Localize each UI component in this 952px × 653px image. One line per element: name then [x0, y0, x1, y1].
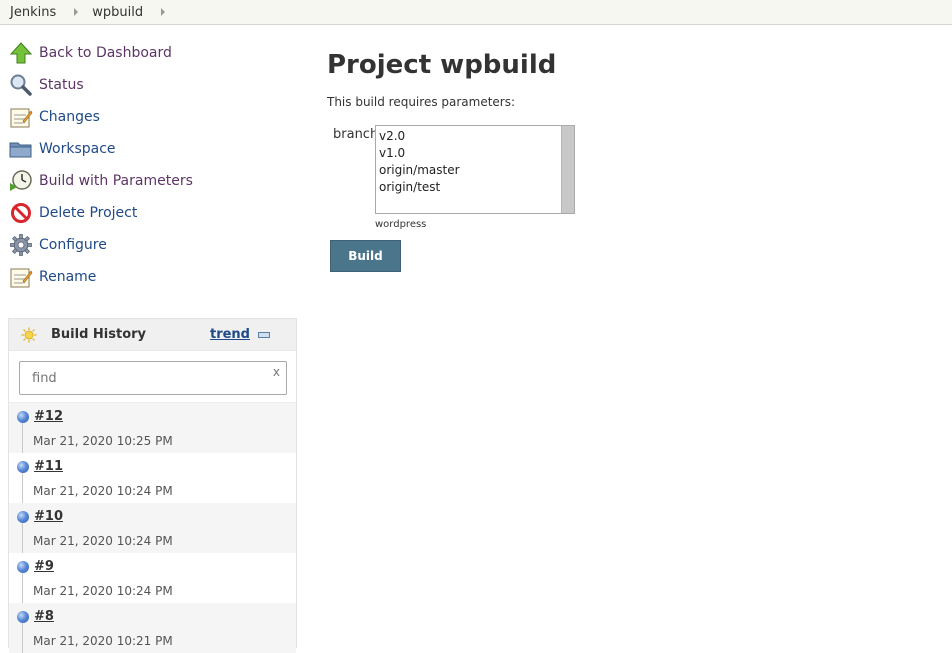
build-date[interactable]: Mar 21, 2020 10:24 PM	[33, 534, 173, 548]
task-workspace[interactable]: Workspace	[9, 133, 299, 165]
magnifier-icon[interactable]	[9, 73, 33, 97]
blue-ball-icon	[17, 461, 29, 473]
build-row: #12 Mar 21, 2020 10:25 PM	[9, 403, 296, 453]
sun-icon	[21, 327, 37, 343]
find-box[interactable]: x	[19, 361, 287, 395]
timeline-line	[22, 573, 23, 603]
branch-option[interactable]: v1.0	[379, 145, 460, 162]
branch-option[interactable]: origin/test	[379, 179, 460, 196]
build-date[interactable]: Mar 21, 2020 10:21 PM	[33, 634, 173, 648]
breadcrumb-item-jenkins[interactable]: Jenkins	[0, 5, 92, 20]
build-row: #8 Mar 21, 2020 10:21 PM	[9, 603, 296, 653]
notepad-icon[interactable]	[9, 105, 33, 129]
task-label[interactable]: Changes	[39, 109, 100, 125]
chevron-right-icon[interactable]	[161, 8, 166, 16]
blue-ball-icon	[17, 511, 29, 523]
build-date[interactable]: Mar 21, 2020 10:24 PM	[33, 584, 173, 598]
build-number-link[interactable]: #9	[34, 559, 54, 574]
build-button[interactable]: Build	[330, 240, 401, 272]
task-back-to-dashboard[interactable]: Back to Dashboard	[9, 37, 299, 69]
task-status[interactable]: Status	[9, 69, 299, 101]
build-history-panel: Build History trend x #12 Mar 21, 2020 1…	[8, 318, 297, 653]
branch-scrollbar[interactable]	[561, 126, 574, 213]
folder-icon[interactable]	[9, 137, 33, 161]
build-number-link[interactable]: #10	[34, 509, 63, 524]
up-arrow-icon[interactable]	[9, 41, 33, 65]
branch-option[interactable]: origin/master	[379, 162, 460, 179]
task-rename[interactable]: Rename	[9, 261, 299, 293]
build-number-link[interactable]: #8	[34, 609, 54, 624]
task-label[interactable]: Build with Parameters	[39, 173, 193, 189]
side-tasks: Back to Dashboard Status Changes Workspa…	[9, 37, 299, 293]
breadcrumb-label[interactable]: wpbuild	[92, 5, 143, 20]
branch-label: branch	[333, 127, 379, 142]
timeline-line	[22, 623, 23, 653]
build-history-header: Build History trend	[9, 319, 296, 351]
build-row: #9 Mar 21, 2020 10:24 PM	[9, 553, 296, 603]
task-label[interactable]: Configure	[39, 237, 107, 253]
clock-icon[interactable]	[9, 169, 33, 193]
requires-parameters-text: This build requires parameters:	[327, 95, 516, 109]
task-label[interactable]: Workspace	[39, 141, 116, 157]
branch-description: wordpress	[375, 219, 427, 230]
build-row: #10 Mar 21, 2020 10:24 PM	[9, 503, 296, 553]
timeline-line	[22, 523, 23, 553]
timeline-line	[22, 423, 23, 453]
blue-ball-icon	[17, 611, 29, 623]
branch-option[interactable]: v2.0	[379, 128, 460, 145]
find-input[interactable]	[30, 370, 260, 387]
branch-options: v2.0 v1.0 origin/master origin/test	[379, 128, 460, 196]
page-title: Project wpbuild	[327, 50, 557, 80]
gear-icon[interactable]	[9, 233, 33, 257]
breadcrumb-label[interactable]: Jenkins	[10, 5, 56, 20]
breadcrumb-item-wpbuild[interactable]: wpbuild	[92, 5, 179, 20]
chevron-right-icon[interactable]	[74, 8, 79, 16]
breadcrumb: Jenkins wpbuild	[0, 0, 952, 25]
collapse-icon[interactable]	[258, 332, 270, 338]
task-label[interactable]: Delete Project	[39, 205, 137, 221]
find-container: x	[9, 351, 296, 403]
task-delete-project[interactable]: Delete Project	[9, 197, 299, 229]
build-date[interactable]: Mar 21, 2020 10:24 PM	[33, 484, 173, 498]
no-entry-icon[interactable]	[9, 201, 33, 225]
clear-icon[interactable]: x	[273, 365, 280, 379]
task-changes[interactable]: Changes	[9, 101, 299, 133]
build-history-title: Build History	[51, 327, 147, 342]
blue-ball-icon	[17, 561, 29, 573]
build-number-link[interactable]: #11	[34, 459, 63, 474]
build-row: #11 Mar 21, 2020 10:24 PM	[9, 453, 296, 503]
task-build-with-parameters[interactable]: Build with Parameters	[9, 165, 299, 197]
task-label[interactable]: Rename	[39, 269, 96, 285]
trend-link[interactable]: trend	[210, 327, 250, 342]
task-label[interactable]: Back to Dashboard	[39, 45, 172, 61]
branch-select[interactable]: v2.0 v1.0 origin/master origin/test	[375, 125, 575, 214]
main-panel: Project wpbuild	[327, 50, 556, 80]
build-date[interactable]: Mar 21, 2020 10:25 PM	[33, 434, 173, 448]
task-configure[interactable]: Configure	[9, 229, 299, 261]
blue-ball-icon	[17, 411, 29, 423]
task-label[interactable]: Status	[39, 77, 84, 93]
build-number-link[interactable]: #12	[34, 409, 63, 424]
notepad-icon[interactable]	[9, 265, 33, 289]
timeline-line	[22, 473, 23, 503]
